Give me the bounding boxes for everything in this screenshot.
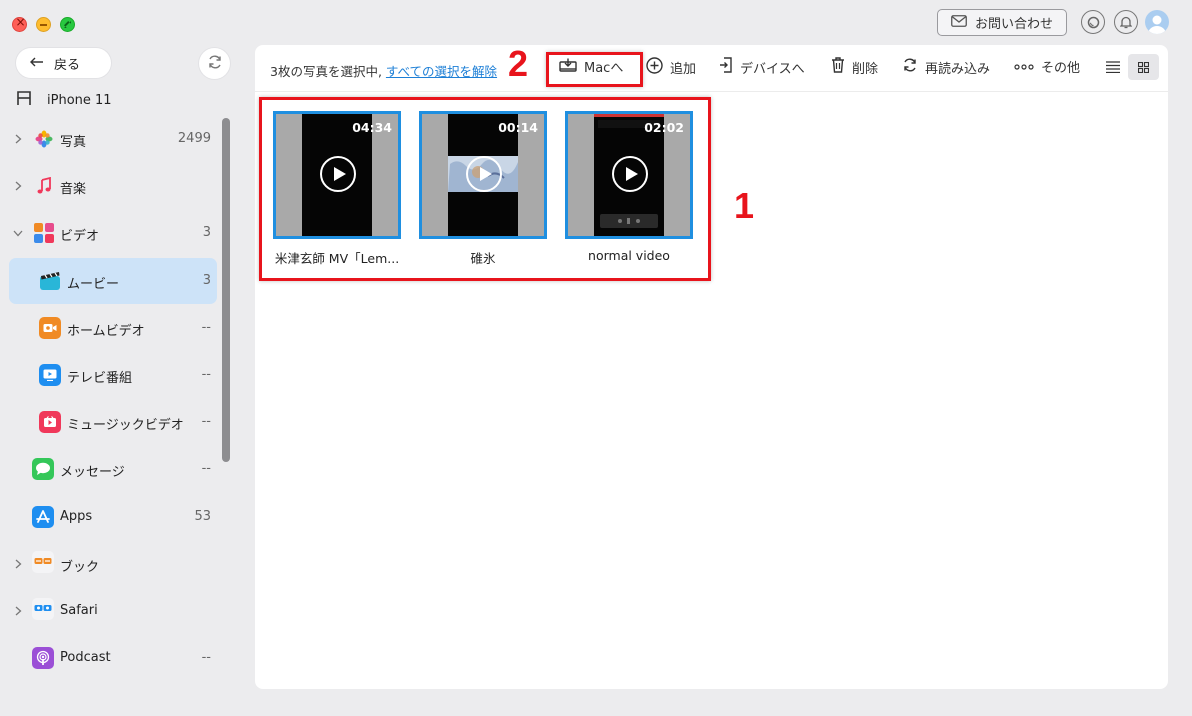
sidebar-item-label: メッセージ xyxy=(60,465,125,480)
reload-icon xyxy=(902,57,918,77)
chevron-right-icon[interactable] xyxy=(13,134,23,144)
sidebar-item-label: ホームビデオ xyxy=(67,324,145,339)
maximize-window-button[interactable] xyxy=(60,17,75,32)
sidebar-item-books[interactable]: ブック xyxy=(9,541,217,587)
chevron-right-icon[interactable] xyxy=(13,606,23,616)
annotation-box-export xyxy=(546,52,643,87)
delete-button[interactable]: 削除 xyxy=(831,57,878,77)
sidebar-item-home-video[interactable]: ホームビデオ -- xyxy=(9,305,217,351)
sidebar-item-label: ブック xyxy=(60,560,100,575)
device-import-icon xyxy=(719,57,733,77)
window-controls xyxy=(12,15,75,32)
sidebar-item-podcast[interactable]: Podcast -- xyxy=(9,635,217,681)
sidebar-item-label: ムービー xyxy=(67,277,120,292)
sidebar-item-safari[interactable]: Safari xyxy=(9,588,217,634)
sidebar-item-count: 3 xyxy=(202,225,211,240)
sidebar-item-count: -- xyxy=(201,650,211,665)
selection-count-text: 3枚の写真を選択中, xyxy=(270,64,382,79)
reload-button[interactable]: 再読み込み xyxy=(902,57,990,77)
messages-icon xyxy=(32,458,54,480)
to-device-button[interactable]: デバイスへ xyxy=(719,57,805,77)
sidebar-item-count: -- xyxy=(201,414,211,429)
reload-label: 再読み込み xyxy=(925,61,991,77)
add-label: 追加 xyxy=(670,62,697,77)
annotation-label-2: 2 xyxy=(508,43,529,84)
sidebar-item-label: テレビ番組 xyxy=(67,371,133,386)
phone-icon xyxy=(17,90,31,110)
refresh-button[interactable] xyxy=(199,48,230,79)
bell-icon[interactable] xyxy=(1114,10,1138,34)
to-device-label: デバイスへ xyxy=(740,61,805,77)
sidebar-item-photos[interactable]: 写真 2499 xyxy=(9,116,217,162)
movie-icon xyxy=(39,270,61,292)
contact-label: お問い合わせ xyxy=(974,17,1053,32)
list-view-icon[interactable] xyxy=(1097,54,1128,80)
home-video-icon xyxy=(39,317,61,339)
chevron-right-icon[interactable] xyxy=(13,181,23,191)
music-video-icon xyxy=(39,411,61,433)
back-button[interactable]: 戻る xyxy=(16,48,111,78)
chevron-down-icon[interactable] xyxy=(13,228,23,238)
music-icon xyxy=(34,176,54,196)
sidebar-item-label: Apps xyxy=(60,509,93,524)
more-label: その他 xyxy=(1041,61,1081,76)
annotation-label-1: 1 xyxy=(734,185,755,226)
device-header[interactable]: iPhone 11 xyxy=(17,90,112,110)
back-label: 戻る xyxy=(54,57,81,73)
toolbar: 3枚の写真を選択中, すべての選択を解除 Macへ 追加 デバイスへ 削除 再読… xyxy=(255,45,1168,92)
search-icon[interactable] xyxy=(1081,10,1105,34)
more-dots-icon xyxy=(1014,59,1034,74)
sidebar-item-apps[interactable]: Apps 53 xyxy=(9,494,217,540)
podcast-icon xyxy=(32,647,54,669)
trash-icon xyxy=(831,57,845,77)
sidebar-item-label: ビデオ xyxy=(60,229,100,244)
refresh-icon xyxy=(207,54,223,74)
delete-label: 削除 xyxy=(852,61,879,77)
sidebar-item-music-video[interactable]: ミュージックビデオ -- xyxy=(9,399,217,445)
sidebar-item-count: 53 xyxy=(194,509,211,524)
sidebar-item-count: 3 xyxy=(202,273,211,288)
minimize-window-button[interactable] xyxy=(36,17,51,32)
sidebar-item-tv-shows[interactable]: テレビ番組 -- xyxy=(9,352,217,398)
sidebar-item-music[interactable]: 音楽 xyxy=(9,163,217,209)
arrow-left-icon xyxy=(30,56,44,71)
chevron-right-icon[interactable] xyxy=(13,559,23,569)
sidebar-item-label: Safari xyxy=(60,603,98,618)
view-toggle xyxy=(1097,54,1159,80)
sidebar-item-label: ミュージックビデオ xyxy=(67,418,184,433)
annotation-box-videos xyxy=(259,97,711,281)
plus-circle-icon xyxy=(646,57,663,78)
device-name: iPhone 11 xyxy=(47,92,112,108)
photos-icon xyxy=(34,129,54,149)
video-icon xyxy=(33,222,55,244)
sidebar-item-count: 2499 xyxy=(177,131,211,146)
sidebar-item-count: -- xyxy=(201,461,211,476)
sidebar-item-label: Podcast xyxy=(60,650,111,665)
mail-icon xyxy=(951,14,967,31)
selection-status: 3枚の写真を選択中, すべての選択を解除 xyxy=(270,61,497,80)
deselect-all-link[interactable]: すべての選択を解除 xyxy=(386,64,497,79)
sidebar-item-messages[interactable]: メッセージ -- xyxy=(9,446,217,492)
user-avatar[interactable] xyxy=(1145,10,1169,34)
more-button[interactable]: その他 xyxy=(1014,57,1080,76)
grid-view-icon[interactable] xyxy=(1128,54,1159,80)
contact-button[interactable]: お問い合わせ xyxy=(937,9,1067,36)
sidebar-scrollbar[interactable] xyxy=(222,118,230,462)
sidebar-item-count: -- xyxy=(201,320,211,335)
tv-icon xyxy=(39,364,61,386)
sidebar-item-video[interactable]: ビデオ 3 xyxy=(9,210,217,256)
books-icon xyxy=(32,551,54,573)
sidebar-item-count: -- xyxy=(201,367,211,382)
sidebar-item-label: 写真 xyxy=(60,135,87,150)
safari-icon xyxy=(32,598,54,620)
sidebar-item-movie[interactable]: ムービー 3 xyxy=(9,258,217,304)
add-button[interactable]: 追加 xyxy=(646,57,696,78)
close-window-button[interactable] xyxy=(12,15,27,32)
appstore-icon xyxy=(32,506,54,528)
sidebar-item-label: 音楽 xyxy=(60,182,87,197)
